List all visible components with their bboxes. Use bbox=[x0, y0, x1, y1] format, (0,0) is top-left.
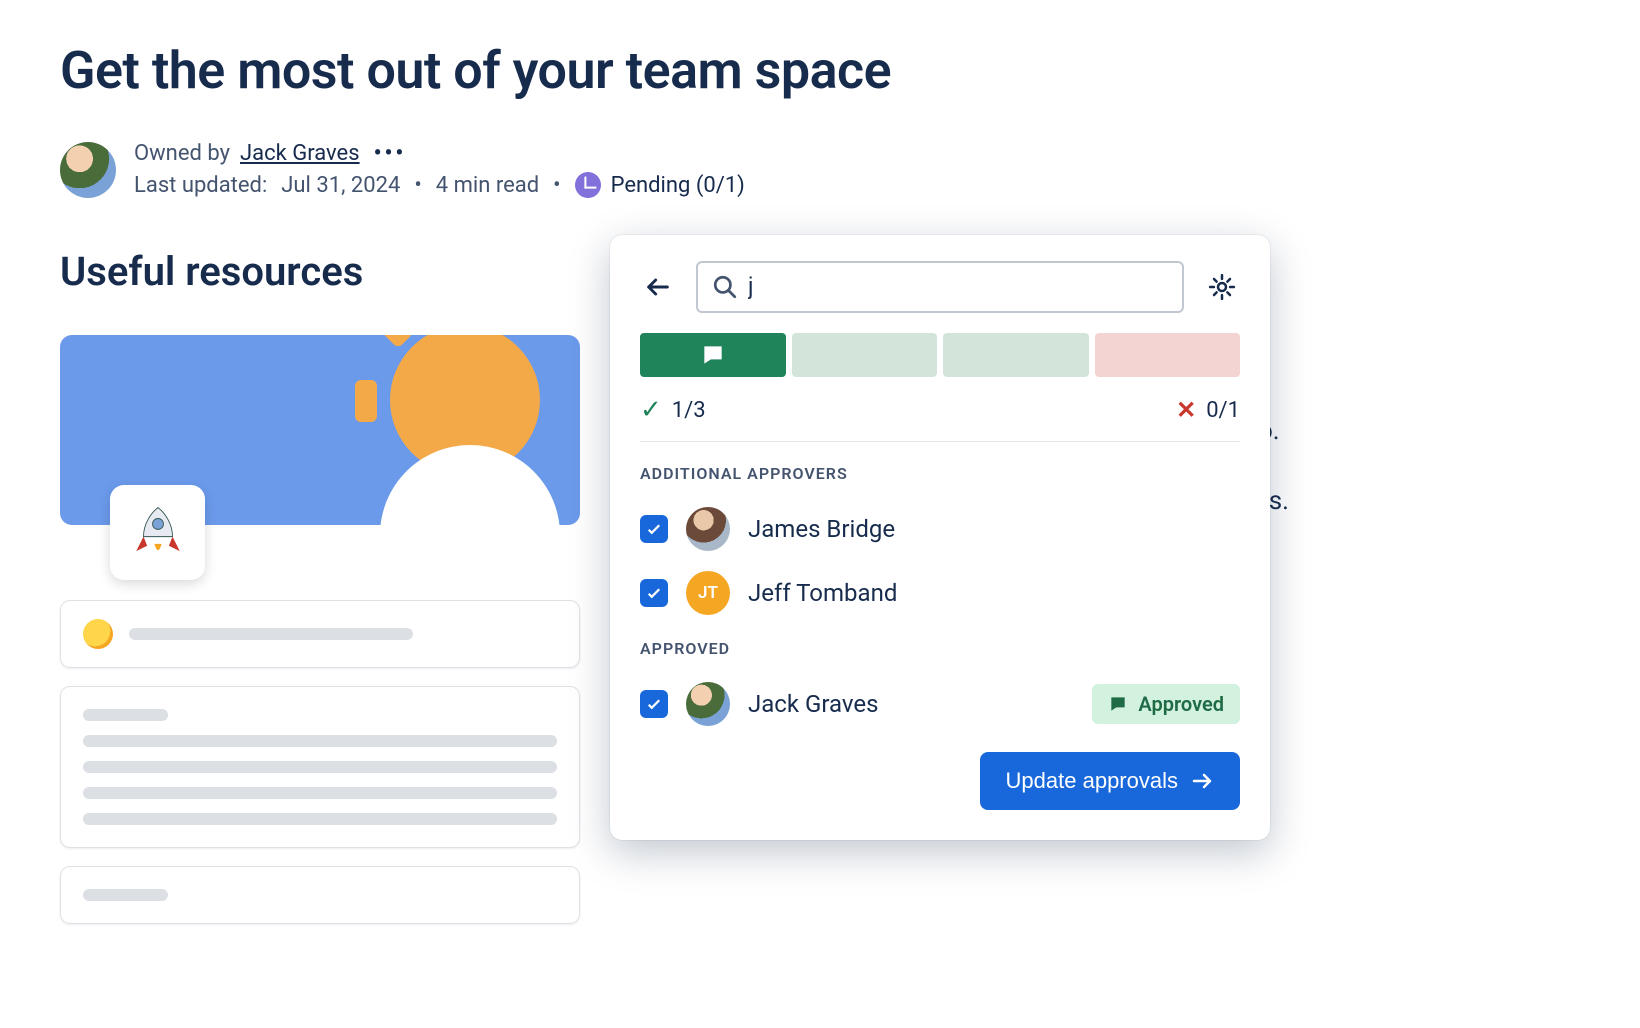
approver-row: Jack Graves Approved bbox=[640, 672, 1240, 736]
approved-status-pill: Approved bbox=[1092, 684, 1240, 724]
skeleton-line bbox=[83, 889, 168, 901]
approver-checkbox[interactable] bbox=[640, 579, 668, 607]
preview-column bbox=[60, 335, 580, 924]
check-icon: ✓ bbox=[640, 395, 662, 425]
status-text: Pending (0/1) bbox=[611, 173, 745, 198]
owner-avatar[interactable] bbox=[60, 142, 116, 198]
skeleton-line bbox=[129, 628, 413, 640]
arrow-left-icon bbox=[644, 273, 672, 301]
progress-segment-pending bbox=[792, 333, 938, 377]
skeleton-line bbox=[83, 709, 168, 721]
rocket-icon bbox=[129, 504, 187, 562]
skeleton-card-body bbox=[60, 686, 580, 848]
space-logo bbox=[110, 485, 205, 580]
search-icon bbox=[712, 274, 738, 300]
owned-by-label: Owned by bbox=[134, 141, 230, 166]
checkmark-icon bbox=[645, 695, 663, 713]
search-input-field[interactable] bbox=[748, 273, 1168, 301]
progress-segment-approved bbox=[640, 333, 786, 377]
approvals-popover: ✓ 1/3 ✕ 0/1 Additional Approvers James B… bbox=[610, 235, 1270, 840]
comment-icon bbox=[700, 342, 726, 368]
approver-name: James Bridge bbox=[748, 515, 1240, 543]
last-updated-value: Jul 31, 2024 bbox=[281, 173, 400, 198]
approval-counts: ✓ 1/3 ✕ 0/1 bbox=[640, 395, 1240, 442]
skeleton-line bbox=[83, 813, 557, 825]
comment-icon bbox=[1108, 694, 1128, 714]
checkmark-icon bbox=[645, 584, 663, 602]
more-actions-button[interactable]: ••• bbox=[370, 141, 411, 166]
owner-line: Owned by Jack Graves ••• bbox=[134, 141, 745, 166]
update-approvals-button[interactable]: Update approvals bbox=[980, 752, 1240, 810]
approver-avatar: JT bbox=[686, 571, 730, 615]
approver-avatar bbox=[686, 682, 730, 726]
approver-checkbox[interactable] bbox=[640, 515, 668, 543]
page-title: Get the most out of your team space bbox=[60, 40, 1580, 101]
approver-name: Jeff Tomband bbox=[748, 579, 1240, 607]
progress-segment-rejected bbox=[1095, 333, 1241, 377]
read-time: 4 min read bbox=[436, 173, 539, 198]
clock-icon bbox=[575, 172, 601, 198]
additional-approvers-label: Additional Approvers bbox=[640, 464, 1240, 483]
approver-row: James Bridge bbox=[640, 497, 1240, 561]
approver-row: JT Jeff Tomband bbox=[640, 561, 1240, 625]
arrow-right-icon bbox=[1190, 769, 1214, 793]
settings-button[interactable] bbox=[1204, 269, 1240, 305]
last-updated-label: Last updated: bbox=[134, 173, 267, 198]
approved-section-label: Approved bbox=[640, 639, 1240, 658]
back-button[interactable] bbox=[640, 269, 676, 305]
rejected-count: ✕ 0/1 bbox=[1176, 396, 1240, 424]
skeleton-card-body bbox=[60, 866, 580, 924]
x-icon: ✕ bbox=[1176, 396, 1196, 424]
approval-progress-bar bbox=[640, 333, 1240, 377]
owner-link[interactable]: Jack Graves bbox=[240, 141, 360, 166]
skeleton-line bbox=[83, 735, 557, 747]
skeleton-line bbox=[83, 761, 557, 773]
separator-dot: • bbox=[414, 173, 421, 198]
approver-name: Jack Graves bbox=[748, 690, 1074, 718]
skeleton-card-welcome bbox=[60, 600, 580, 668]
approved-count: ✓ 1/3 bbox=[640, 395, 706, 425]
approver-search-input[interactable] bbox=[696, 261, 1184, 313]
cloud-illustration bbox=[380, 445, 560, 525]
checkmark-icon bbox=[645, 520, 663, 538]
gear-icon bbox=[1207, 272, 1237, 302]
approval-status-badge[interactable]: Pending (0/1) bbox=[575, 172, 745, 198]
separator-dot: • bbox=[553, 173, 560, 198]
approver-checkbox[interactable] bbox=[640, 690, 668, 718]
meta-line: Last updated: Jul 31, 2024 • 4 min read … bbox=[134, 172, 745, 198]
progress-segment-pending bbox=[943, 333, 1089, 377]
page-meta: Owned by Jack Graves ••• Last updated: J… bbox=[60, 141, 1580, 198]
wave-icon bbox=[83, 619, 113, 649]
approver-avatar bbox=[686, 507, 730, 551]
skeleton-line bbox=[83, 787, 557, 799]
